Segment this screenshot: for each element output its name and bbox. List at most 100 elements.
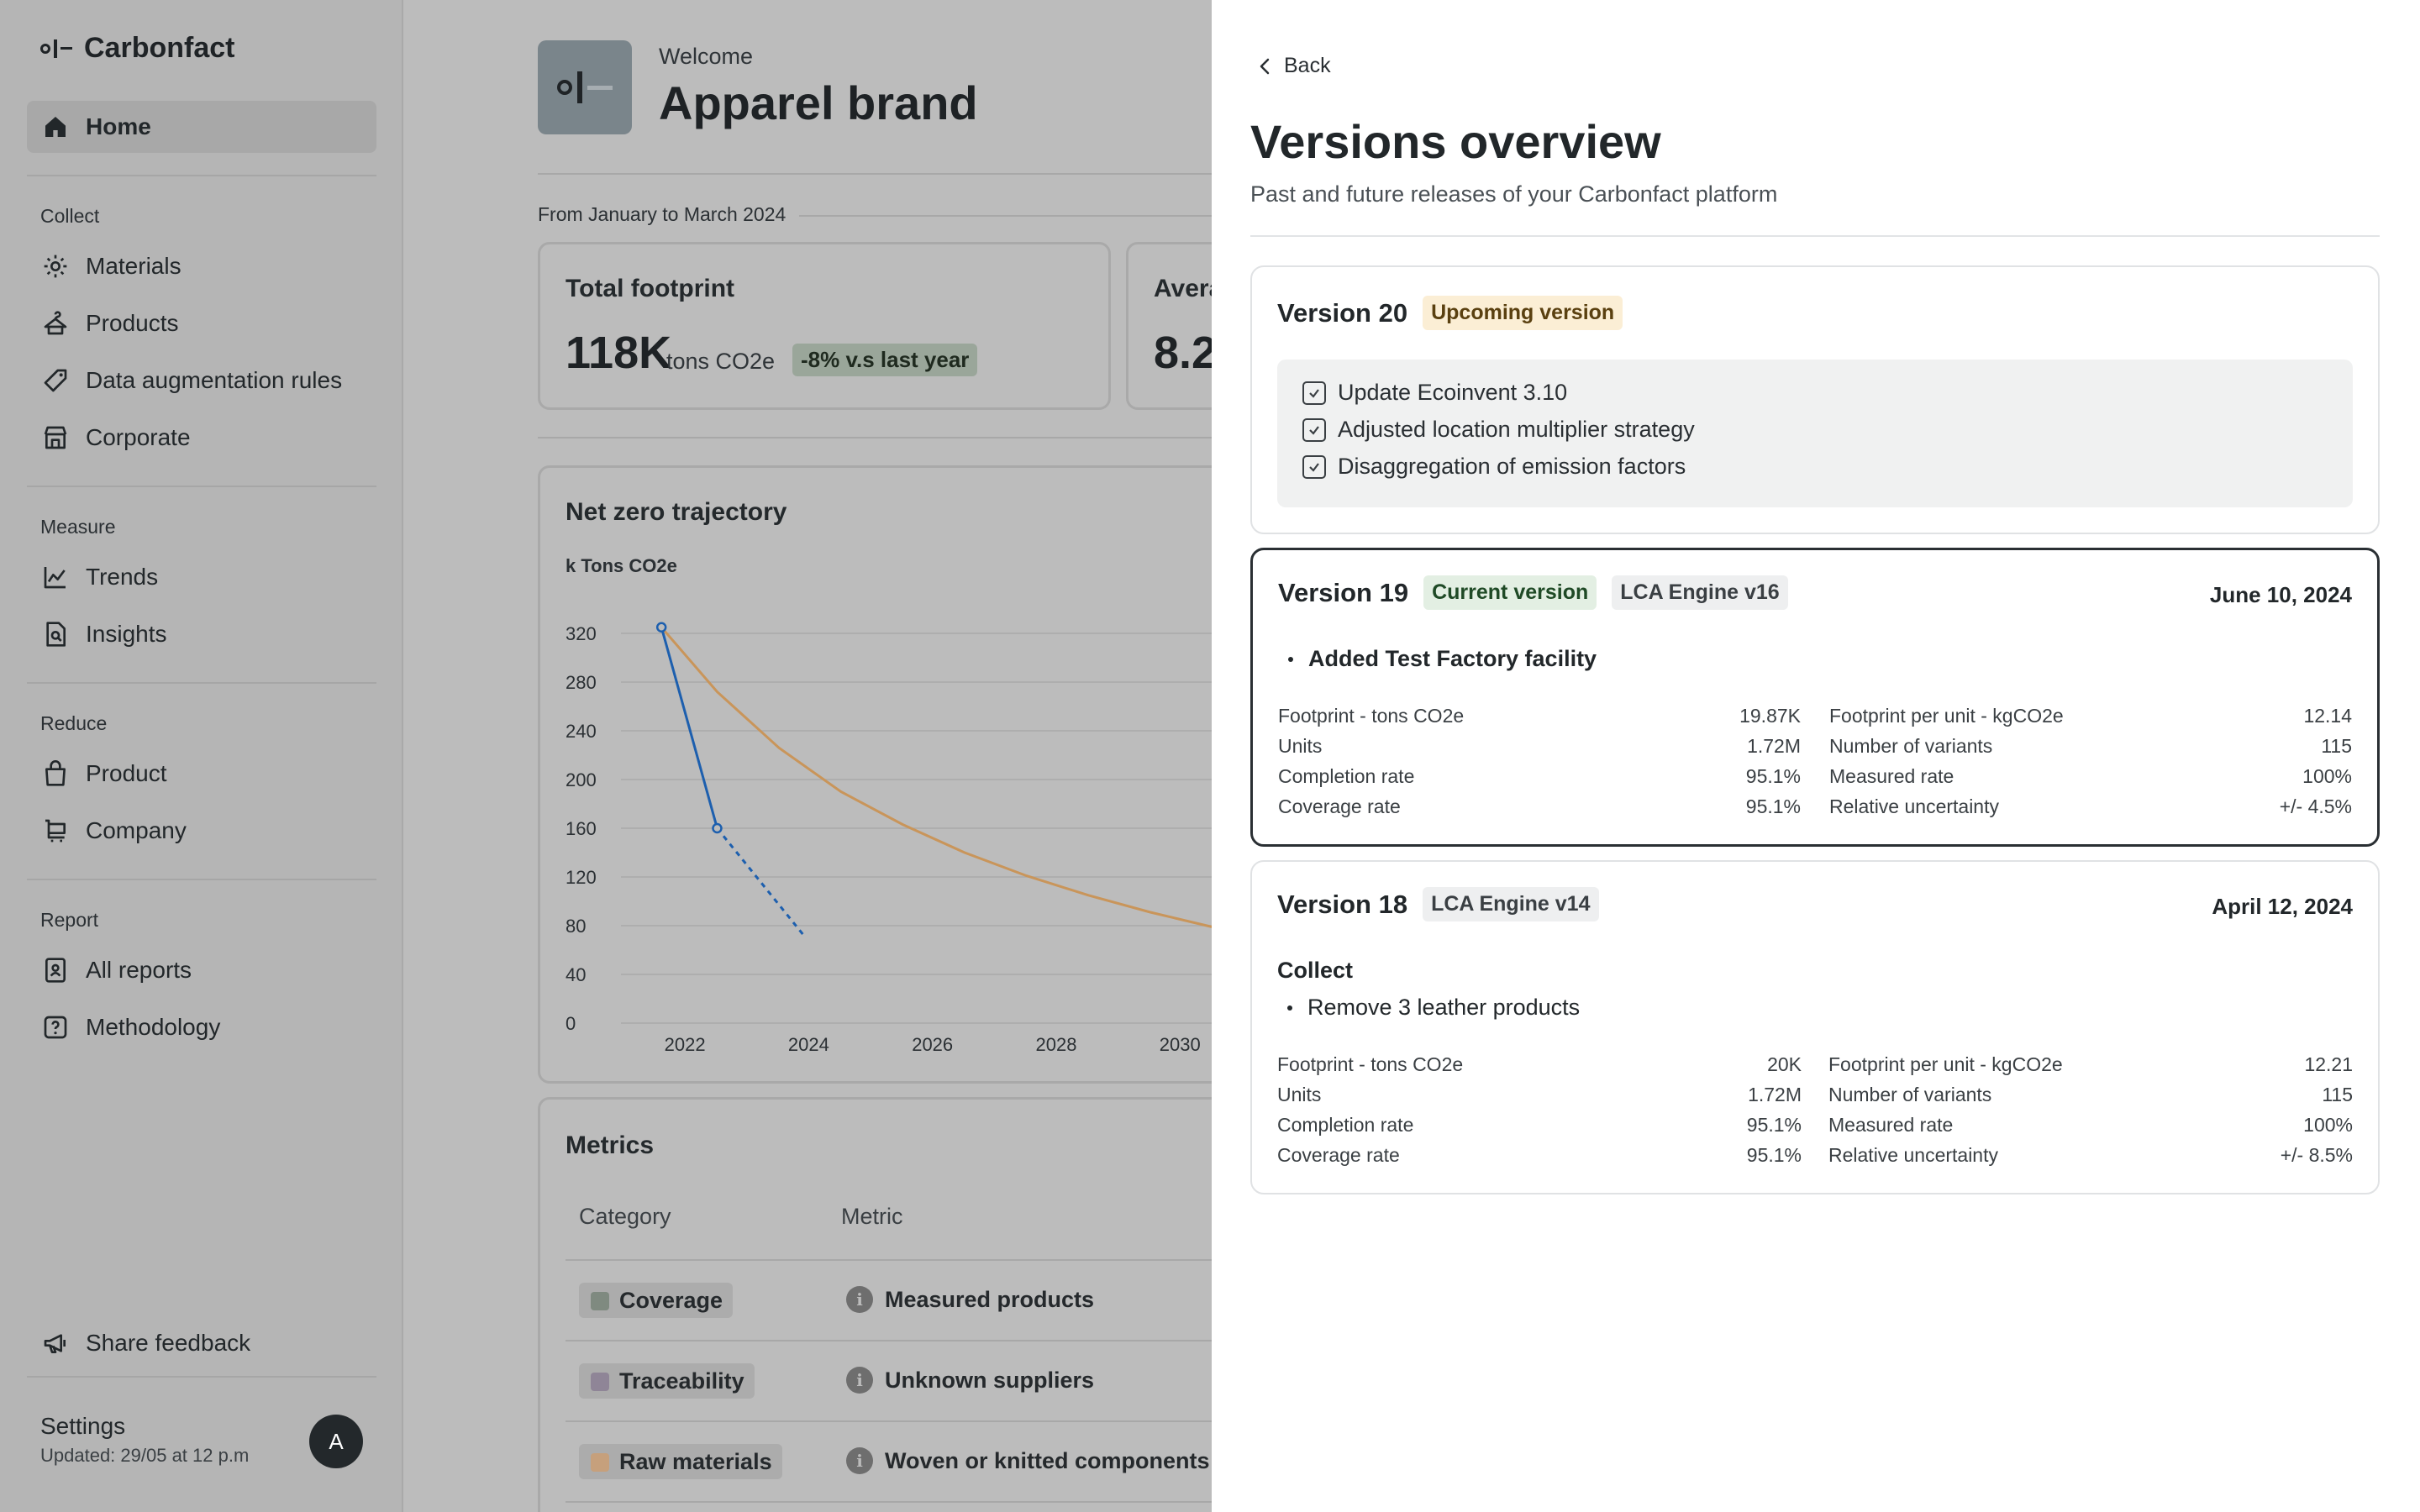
stat-label: Completion rate: [1278, 765, 1415, 787]
divider: [538, 173, 1212, 175]
share-feedback-button[interactable]: Share feedback: [27, 1317, 376, 1369]
info-icon[interactable]: i: [846, 1447, 873, 1474]
sidebar-item-label: Products: [86, 310, 179, 336]
category-tag-traceability: Traceability: [579, 1363, 755, 1399]
stat-label: Coverage rate: [1277, 1144, 1400, 1166]
engine-badge: LCA Engine v16: [1612, 575, 1788, 610]
sidebar-item-label: All reports: [86, 957, 192, 983]
stat-label: Relative uncertainty: [1828, 1144, 1998, 1166]
sidebar-item-data-augmentation[interactable]: Data augmentation rules: [27, 354, 376, 407]
period-label: From January to March 2024: [538, 203, 800, 226]
data-point: [712, 822, 723, 834]
sidebar-item-corporate[interactable]: Corporate: [27, 412, 376, 464]
sidebar-item-label: Corporate: [86, 424, 191, 450]
kpi-value: 118K: [566, 328, 672, 378]
category-label: Raw materials: [619, 1448, 772, 1474]
settings-link[interactable]: Settings Updated: 29/05 at 12 p.m: [40, 1413, 249, 1467]
changelog-item: Disaggregation of emission factors: [1302, 454, 1686, 480]
series-line-1: [716, 827, 805, 937]
checkbox-checked-icon: [1302, 417, 1326, 442]
metric-woven-components[interactable]: i Woven or knitted components: [846, 1447, 1210, 1474]
category-label: Traceability: [619, 1368, 744, 1394]
help-icon: [44, 1016, 67, 1039]
sidebar-item-label: Home: [86, 113, 151, 139]
y-tick-label: 320: [566, 623, 597, 644]
y-tick-label: 160: [566, 818, 597, 839]
stat-label: Measured rate: [1829, 765, 1954, 787]
dashboard: Welcome Apparel brand From January to Ma…: [405, 0, 1378, 1512]
kpi-card-total-footprint[interactable]: Total footprint 118K tons CO2e -8% v.s l…: [538, 242, 1111, 410]
version-header: Version 19 Current version LCA Engine v1…: [1278, 575, 1788, 610]
kpi-title: Total footprint: [566, 275, 735, 302]
cart-icon: [45, 819, 66, 843]
metric-measured-products[interactable]: i Measured products: [846, 1286, 1094, 1313]
category-label: Coverage: [619, 1287, 723, 1313]
sidebar-item-all-reports[interactable]: All reports: [27, 944, 376, 996]
series-line-0: [660, 627, 718, 829]
sidebar: Carbonfact Home Collect Materials Produc…: [0, 0, 403, 1512]
stat-value: 20K: [1767, 1053, 1802, 1075]
sidebar-item-label: Trends: [86, 564, 159, 590]
sidebar-item-home[interactable]: Home: [27, 101, 376, 153]
sidebar-item-trends[interactable]: Trends: [27, 551, 376, 603]
stat-label: Completion rate: [1277, 1114, 1414, 1136]
divider: [1250, 235, 2380, 237]
versions-drawer: Back Versions overview Past and future r…: [1212, 0, 2420, 1512]
avatar[interactable]: A: [309, 1415, 363, 1468]
sidebar-item-company[interactable]: Company: [27, 805, 376, 857]
metric-label: Unknown suppliers: [885, 1367, 1095, 1393]
back-button[interactable]: Back: [1257, 54, 1331, 78]
category-tag-coverage: Coverage: [579, 1283, 734, 1318]
section-title-report: Report: [40, 909, 99, 931]
divider: [27, 486, 376, 487]
category-tag-raw-materials: Raw materials: [579, 1444, 782, 1479]
stat-label: Footprint - tons CO2e: [1278, 705, 1465, 727]
brand-name: Carbonfact: [84, 32, 235, 64]
column-header-category[interactable]: Category: [579, 1204, 671, 1230]
y-tick-label: 80: [566, 916, 586, 937]
drawer-title: Versions overview: [1250, 115, 1661, 168]
stat-value: 19.87K: [1739, 705, 1801, 727]
section-title-measure: Measure: [40, 516, 116, 538]
info-icon[interactable]: i: [846, 1286, 873, 1313]
y-tick-label: 240: [566, 721, 597, 742]
x-tick-label: 2028: [1036, 1034, 1077, 1055]
stat-value: 100%: [2302, 765, 2352, 787]
sidebar-item-methodology[interactable]: Methodology: [27, 1001, 376, 1053]
checkbox-checked-icon: [1302, 381, 1326, 405]
kpi-unit: tons CO2e: [666, 349, 776, 374]
sidebar-item-insights[interactable]: Insights: [27, 608, 376, 660]
divider: [566, 1420, 1322, 1422]
divider: [566, 1340, 1322, 1341]
line-chart-icon: [44, 567, 66, 589]
version-card-19[interactable]: Version 19 Current version LCA Engine v1…: [1250, 548, 2380, 847]
stat-value: 95.1%: [1745, 765, 1801, 787]
x-tick-label: 2022: [665, 1034, 706, 1055]
sidebar-item-product[interactable]: Product: [27, 748, 376, 800]
settings-label: Settings: [40, 1413, 126, 1439]
metric-unknown-suppliers[interactable]: i Unknown suppliers: [846, 1367, 1094, 1394]
metric-label: Measured products: [885, 1286, 1095, 1312]
sidebar-item-materials[interactable]: Materials: [27, 240, 376, 292]
change-item: Remove 3 leather products: [1287, 995, 1580, 1021]
version-card-20[interactable]: Version 20 Upcoming version Update Ecoin…: [1250, 265, 2380, 534]
report-icon: [45, 958, 66, 983]
info-icon[interactable]: i: [846, 1367, 873, 1394]
brand-logo[interactable]: Carbonfact: [40, 32, 234, 65]
document-search-icon: [46, 622, 66, 647]
shopping-bag-icon: [45, 760, 66, 786]
changelog-text: Adjusted location multiplier strategy: [1338, 417, 1695, 442]
carbonfact-logo-icon: [40, 39, 72, 58]
version-name: Version 18: [1277, 889, 1408, 919]
column-header-metric[interactable]: Metric: [841, 1204, 903, 1230]
sidebar-item-label: Insights: [86, 621, 167, 647]
stat-value: +/- 4.5%: [2279, 795, 2352, 817]
sidebar-item-products[interactable]: Products: [27, 297, 376, 349]
checkbox-checked-icon: [1302, 454, 1326, 479]
divider: [27, 682, 376, 684]
y-tick-label: 200: [566, 769, 597, 790]
version-card-18[interactable]: Version 18 LCA Engine v14 April 12, 2024…: [1250, 860, 2380, 1194]
engine-badge: LCA Engine v14: [1423, 887, 1599, 921]
release-date: April 12, 2024: [2212, 894, 2353, 919]
change-section-title: Collect: [1277, 958, 1354, 983]
